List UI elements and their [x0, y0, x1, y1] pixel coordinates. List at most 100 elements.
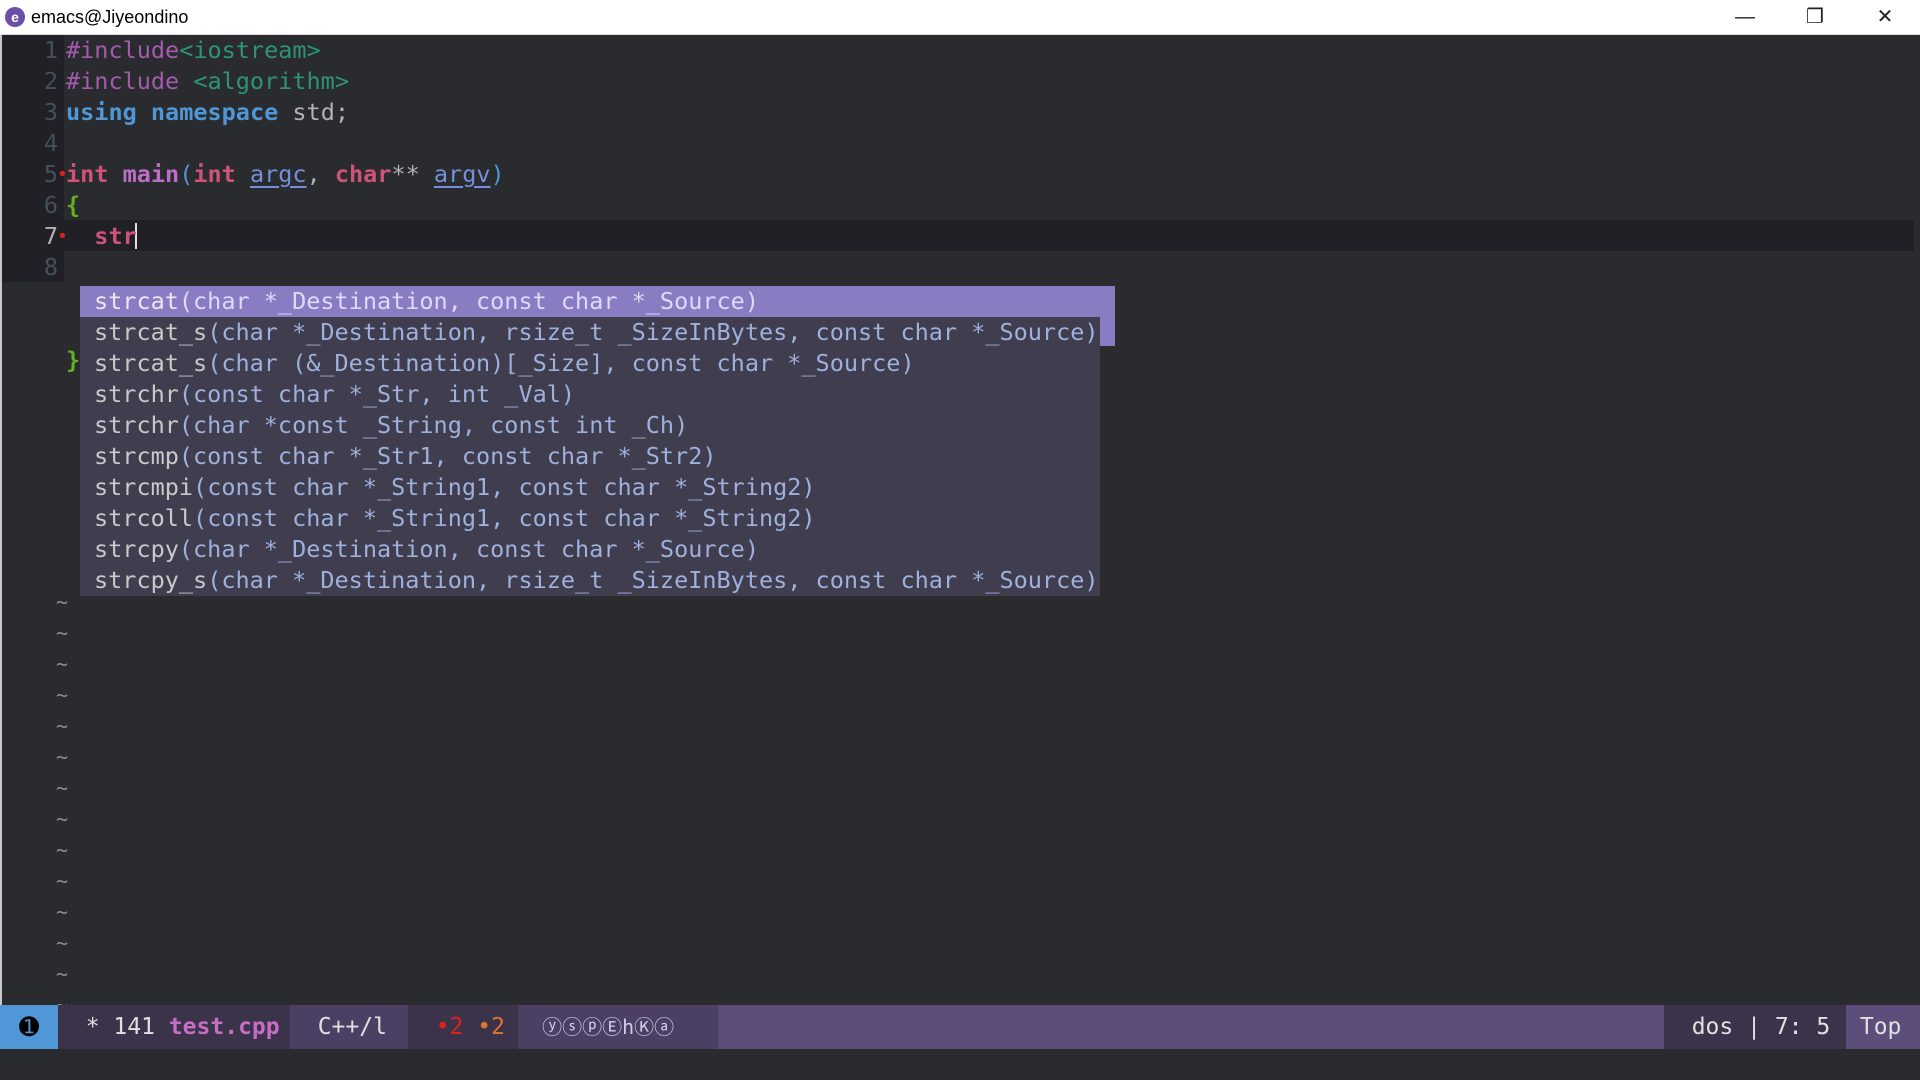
completion-name: strcat_s	[94, 318, 208, 346]
completion-item[interactable]: strcat_s(char (&_Destination)[_Size], co…	[80, 348, 1100, 379]
completion-scroll-thumb[interactable]	[1100, 286, 1115, 346]
code-token: ,	[306, 160, 335, 188]
code-token: argv	[433, 160, 491, 188]
minor-modes[interactable]: ⓨⓢⓟⒺhⓀⓐ	[518, 1005, 718, 1049]
empty-line-tilde: ~	[56, 869, 69, 893]
major-mode-label: C++/l	[317, 1014, 387, 1040]
completion-signature: (char *_Destination, const char *_Source…	[178, 287, 759, 315]
code-text: {	[66, 190, 80, 221]
completion-name: strchr	[94, 380, 179, 408]
completion-item[interactable]: strchr(const char *_Str, int _Val)	[80, 379, 1100, 410]
line-number: 2	[43, 67, 58, 95]
completion-signature: (const char *_Str, int _Val)	[178, 380, 576, 408]
code-token: main	[122, 160, 180, 188]
close-button[interactable]: ✕	[1850, 0, 1920, 34]
completion-name: strcpy	[94, 535, 179, 563]
code-token: <iostream>	[179, 36, 321, 64]
line-number: 7	[43, 222, 58, 250]
buffer-size: 141	[113, 1014, 155, 1040]
completion-item[interactable]: strcmpi(const char *_String1, const char…	[80, 472, 1100, 503]
code-line[interactable]: 3 using namespace std;	[2, 97, 1914, 128]
major-mode[interactable]: C++/l	[290, 1005, 408, 1049]
completion-scrollbar[interactable]	[1100, 316, 1115, 596]
code-text: using namespace std;	[66, 97, 349, 128]
code-token: namespace	[150, 98, 279, 126]
line-number: 1	[43, 36, 58, 64]
code-line[interactable]: 6{	[2, 190, 1914, 221]
warning-count: •2	[477, 1014, 505, 1040]
code-token: )	[490, 160, 505, 188]
code-token: str	[94, 222, 137, 250]
completion-item[interactable]: strcat_s(char *_Destination, rsize_t _Si…	[80, 317, 1100, 348]
flycheck-status[interactable]: •2 •2	[408, 1005, 518, 1049]
completion-item[interactable]: strchr(char *const _String, const int _C…	[80, 410, 1100, 441]
window-title: emacs@Jiyeondino	[31, 7, 189, 27]
window-number-badge: ➊	[0, 1005, 58, 1049]
empty-line-tilde: ~	[56, 776, 69, 800]
empty-line-tilde: ~	[56, 900, 69, 924]
minimize-button[interactable]: —	[1710, 0, 1780, 34]
code-token: std;	[278, 98, 349, 126]
completion-item[interactable]: strcpy(char *_Destination, const char *_…	[80, 534, 1100, 565]
completion-signature: (const char *_String1, const char *_Stri…	[193, 473, 816, 501]
completion-name: strcat	[94, 287, 179, 315]
completion-signature: (char (&_Destination)[_Size], const char…	[207, 349, 915, 377]
code-token: (	[179, 160, 194, 188]
line-number: 4	[43, 129, 58, 157]
position-info: dos | 7: 5	[1664, 1005, 1846, 1049]
minor-modes-label: ⓨⓢⓟⒺhⓀⓐ	[542, 1015, 675, 1039]
completion-signature: (char *_Destination, rsize_t _SizeInByte…	[207, 566, 1099, 594]
code-token: int	[193, 160, 236, 188]
emacs-icon: e	[5, 7, 25, 27]
buffer-filename[interactable]: test.cpp	[169, 1014, 280, 1040]
empty-line-tilde: ~	[56, 838, 69, 862]
code-text: str	[66, 221, 137, 252]
completion-name: strchr	[94, 411, 179, 439]
completion-popup: strcpy_s(char *_Destination, rsize_t _Si…	[80, 286, 1115, 596]
code-line[interactable]: 5 • int main(int argc, char** argv)	[2, 159, 1914, 190]
empty-line-tilde: ~	[56, 590, 69, 614]
scroll-label: Top	[1859, 1014, 1902, 1040]
eol-type: dos	[1691, 1014, 1734, 1040]
separator: |	[1747, 1014, 1761, 1040]
code-token: {	[66, 191, 81, 219]
code-line[interactable]: 1 #include<iostream>	[2, 35, 1914, 66]
empty-line-tilde: ~	[56, 621, 69, 645]
completion-item[interactable]: strcat(char *_Destination, const char *_…	[80, 286, 1115, 317]
title-bar: e emacs@Jiyeondino — ❐ ✕	[0, 0, 1920, 35]
code-line[interactable]: 4	[2, 128, 1914, 159]
completion-item[interactable]: strcpy_s(char *_Destination, rsize_t _Si…	[80, 565, 1100, 596]
completion-name: strcat_s	[94, 349, 208, 377]
completion-signature: (char *_Destination, const char *_Source…	[178, 535, 759, 563]
empty-line-tilde: ~	[56, 962, 69, 986]
code-line[interactable]: 7 • str	[2, 221, 1914, 252]
empty-line-tilde: ~	[56, 683, 69, 707]
code-text: }	[66, 345, 80, 376]
code-token: <algorithm>	[193, 67, 349, 95]
empty-line-tilde: ~	[56, 745, 69, 769]
completion-signature: (const char *_Str1, const char *_Str2)	[178, 442, 717, 470]
completion-item[interactable]: strcmp(const char *_Str1, const char *_S…	[80, 441, 1100, 472]
completion-item[interactable]: strcoll(const char *_String1, const char…	[80, 503, 1100, 534]
error-count: •2	[435, 1014, 464, 1040]
echo-area[interactable]	[0, 1049, 1920, 1080]
scroll-position: Top	[1846, 1005, 1920, 1049]
empty-line-tilde: ~	[56, 931, 69, 955]
empty-line-tilde: ~	[56, 807, 69, 831]
code-token: #include	[66, 36, 180, 64]
code-token: **	[391, 160, 434, 188]
code-text: #include <algorithm>	[66, 66, 349, 97]
code-line[interactable]: 2 #include <algorithm>	[2, 66, 1914, 97]
code-line[interactable]: 8	[2, 252, 1914, 283]
maximize-button[interactable]: ❐	[1780, 0, 1850, 34]
completion-name: strcpy_s	[94, 566, 208, 594]
cursor-position: 7: 5	[1774, 1014, 1831, 1040]
editor-buffer[interactable]: 1 #include<iostream> 2 #include <algorithm>…	[0, 35, 1920, 1017]
line-number: 6	[43, 191, 58, 219]
completion-signature: (const char *_String1, const char *_Stri…	[193, 504, 816, 532]
buffer-info: * 141 test.cpp	[58, 1005, 290, 1049]
